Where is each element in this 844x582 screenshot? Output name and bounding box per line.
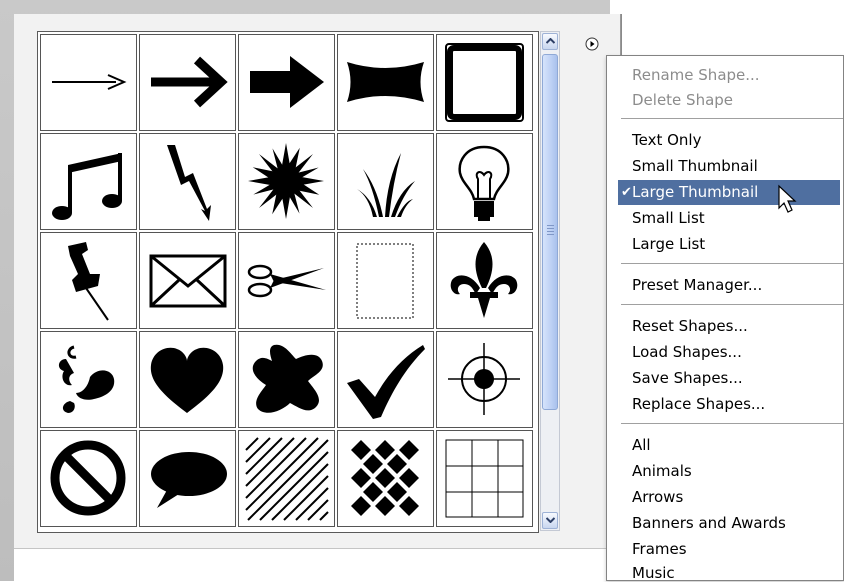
starburst-icon — [248, 143, 324, 219]
banner-icon — [347, 62, 424, 102]
shape-thumbnail[interactable] — [139, 133, 236, 230]
arrow-block-icon — [250, 56, 324, 108]
chevron-down-icon — [546, 517, 555, 523]
vertical-scrollbar[interactable] — [540, 31, 560, 531]
shape-thumbnail[interactable] — [238, 430, 335, 527]
lightning-icon — [167, 145, 211, 221]
menu-separator — [621, 118, 843, 119]
shape-thumbnail[interactable] — [139, 331, 236, 428]
ornament-heart-icon — [58, 345, 115, 413]
shape-thumbnail[interactable] — [238, 133, 335, 230]
heart-icon — [150, 347, 224, 413]
shape-thumbnail[interactable] — [436, 34, 533, 131]
pushpin-icon — [68, 242, 109, 321]
shape-thumbnail[interactable] — [436, 232, 533, 329]
splat-icon — [252, 344, 323, 413]
menu-item-rename-shape: Rename Shape... — [632, 66, 760, 84]
arrow-thin-icon — [52, 74, 127, 90]
shape-thumbnail[interactable] — [40, 430, 137, 527]
shape-thumbnail[interactable] — [139, 34, 236, 131]
play-circle-icon — [585, 37, 599, 51]
menu-item-frames[interactable]: Frames — [607, 537, 843, 562]
frame-icon — [445, 43, 524, 122]
panel-menu-button[interactable] — [585, 36, 599, 51]
menu-item-small-list[interactable]: Small List — [607, 206, 843, 231]
diagonal-lines-icon — [245, 437, 329, 521]
music-notes-icon — [52, 153, 122, 220]
menu-item-reset-shapes[interactable]: Reset Shapes... — [607, 314, 843, 339]
fleur-de-lis-icon — [450, 242, 518, 318]
envelope-icon — [149, 254, 227, 308]
menu-item-preset-manager[interactable]: Preset Manager... — [607, 273, 843, 298]
menu-item-arrows[interactable]: Arrows — [607, 485, 843, 510]
menu-item-save-shapes[interactable]: Save Shapes... — [607, 366, 843, 391]
menu-item-music[interactable]: Music — [607, 561, 843, 581]
scissors-icon — [247, 264, 326, 298]
grip-icon — [547, 225, 554, 237]
menu-item-animals[interactable]: Animals — [607, 459, 843, 484]
context-menu: Rename Shape... Delete Shape Text Only S… — [606, 55, 844, 581]
checkmark-icon: ✔ — [621, 185, 632, 200]
arrow-bold-icon — [151, 56, 228, 108]
shape-thumbnail[interactable] — [139, 232, 236, 329]
menu-item-banners-and-awards[interactable]: Banners and Awards — [607, 511, 843, 536]
checkmark-icon — [347, 345, 425, 419]
header-area — [622, 14, 844, 54]
scroll-thumb[interactable] — [542, 54, 558, 410]
menu-item-large-list[interactable]: Large List — [607, 232, 843, 257]
panel-footer — [14, 548, 610, 582]
shape-thumbnail[interactable] — [40, 331, 137, 428]
lightbulb-icon — [458, 145, 510, 221]
window: Rename Shape... Delete Shape Text Only S… — [0, 0, 844, 582]
menu-item-small-thumbnail[interactable]: Small Thumbnail — [607, 154, 843, 179]
shape-thumbnail[interactable] — [139, 430, 236, 527]
checkerboard-icon — [351, 440, 419, 516]
grid-icon — [445, 439, 524, 518]
grass-icon — [357, 153, 415, 217]
menu-item-replace-shapes[interactable]: Replace Shapes... — [607, 392, 843, 417]
menu-item-all[interactable]: All — [607, 433, 843, 458]
menu-item-large-thumbnail[interactable]: ✔ Large Thumbnail — [618, 180, 840, 205]
scroll-up-button[interactable] — [542, 33, 558, 50]
stamp-frame-icon — [356, 243, 414, 319]
menu-item-text-only[interactable]: Text Only — [607, 128, 843, 153]
shape-thumbnail[interactable] — [337, 232, 434, 329]
shape-thumbnail[interactable] — [238, 232, 335, 329]
shape-thumbnail[interactable] — [40, 133, 137, 230]
shape-grid-container — [37, 31, 539, 533]
shape-thumbnail[interactable] — [337, 34, 434, 131]
shape-thumbnail[interactable] — [436, 331, 533, 428]
menu-item-delete-shape: Delete Shape — [632, 91, 734, 109]
menu-separator — [621, 423, 843, 424]
menu-item-load-shapes[interactable]: Load Shapes... — [607, 340, 843, 365]
menu-separator — [621, 304, 843, 305]
shape-thumbnail[interactable] — [238, 331, 335, 428]
no-symbol-icon — [50, 440, 126, 516]
shape-grid — [40, 34, 533, 527]
shape-thumbnail[interactable] — [337, 430, 434, 527]
chevron-up-icon — [546, 38, 555, 44]
speech-bubble-icon — [151, 452, 227, 508]
menu-separator — [621, 263, 843, 264]
shape-thumbnail[interactable] — [436, 133, 533, 230]
shape-thumbnail[interactable] — [337, 133, 434, 230]
shape-thumbnail[interactable] — [40, 232, 137, 329]
shape-thumbnail[interactable] — [337, 331, 434, 428]
target-icon — [448, 343, 520, 415]
shape-thumbnail[interactable] — [436, 430, 533, 527]
shape-thumbnail[interactable] — [40, 34, 137, 131]
mouse-cursor-icon — [778, 184, 797, 213]
menu-item-label: Large Thumbnail — [632, 183, 759, 201]
scroll-down-button[interactable] — [542, 512, 558, 529]
shape-thumbnail[interactable] — [238, 34, 335, 131]
